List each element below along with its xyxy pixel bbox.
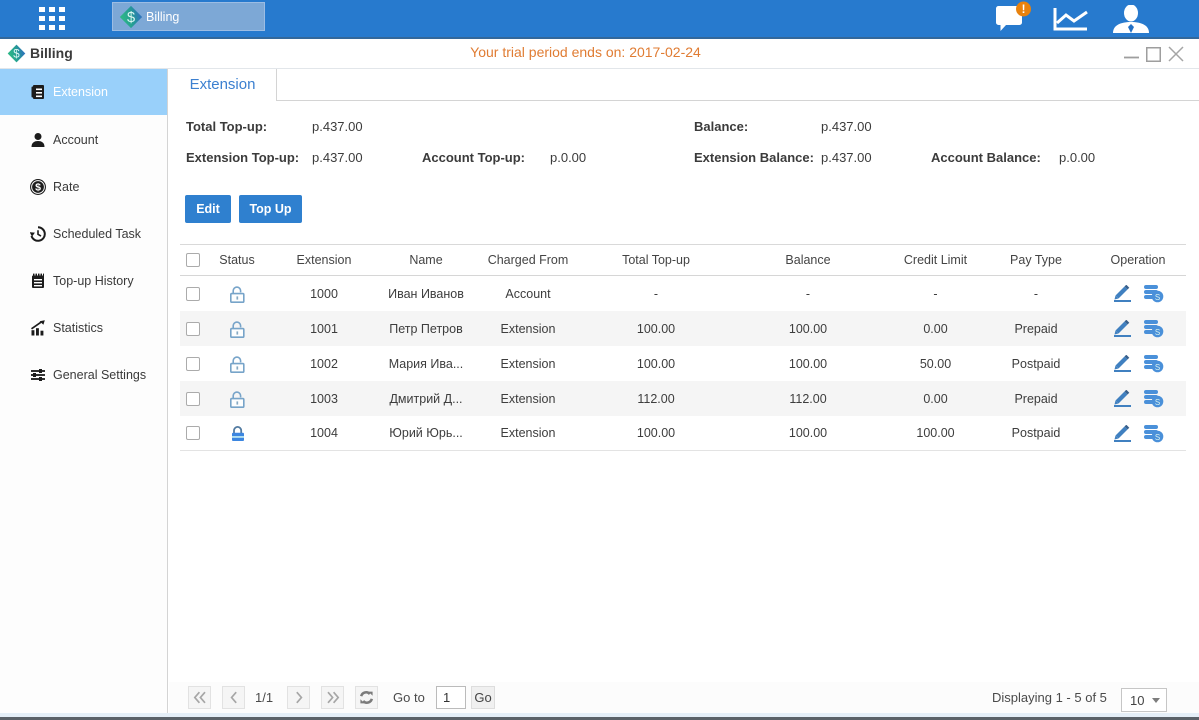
svg-text:S: S xyxy=(1154,363,1159,372)
svg-text:$: $ xyxy=(35,181,41,193)
svg-text:S: S xyxy=(1154,293,1159,302)
svg-text:$: $ xyxy=(127,10,135,26)
svg-text:S: S xyxy=(1154,433,1159,442)
svg-text:S: S xyxy=(1154,328,1159,337)
svg-text:!: ! xyxy=(1022,4,1026,16)
svg-text:S: S xyxy=(1154,398,1159,407)
